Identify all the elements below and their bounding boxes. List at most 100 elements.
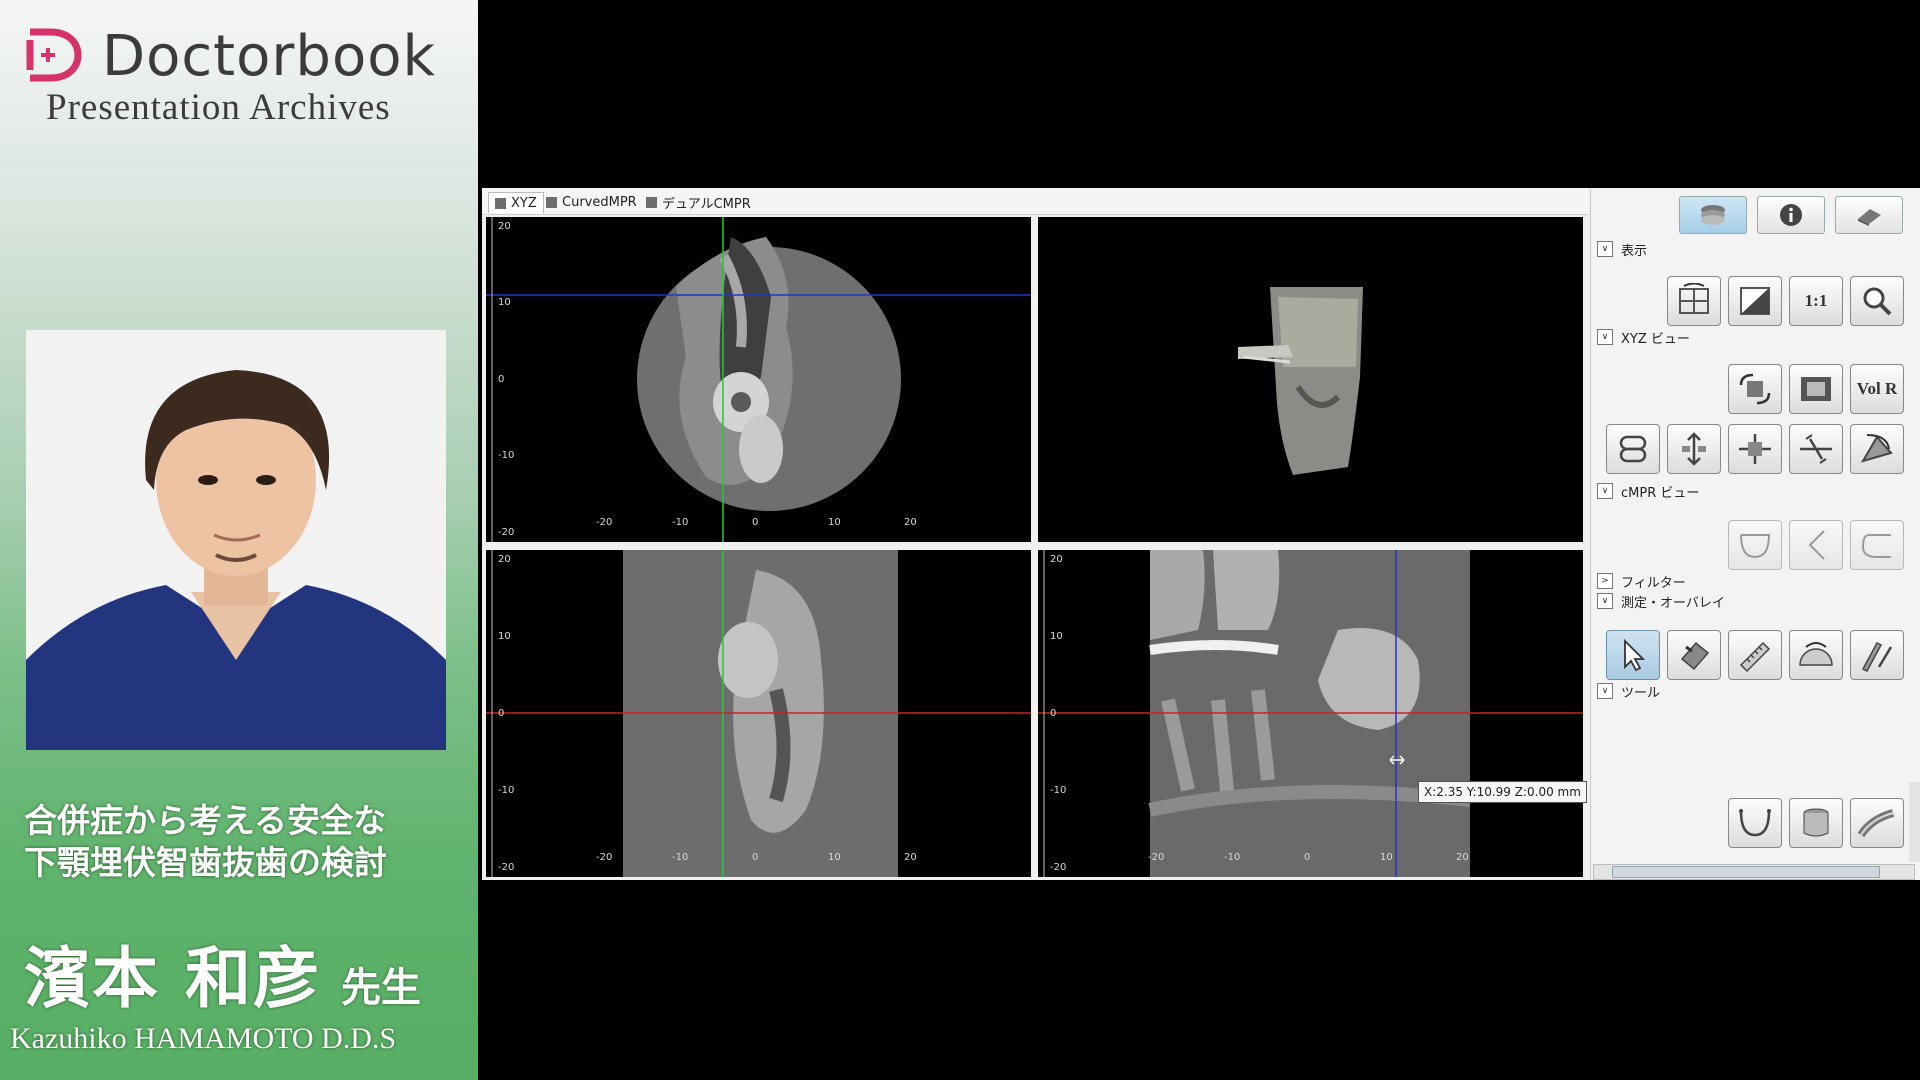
axis-label: 20: [1456, 852, 1469, 863]
tab-dual-cmpr[interactable]: デュアルCMPR: [646, 192, 751, 212]
section-filter-label: フィルター: [1621, 575, 1686, 591]
rotate-view-button[interactable]: [1728, 364, 1782, 414]
section-tools[interactable]: ∨ ツール: [1597, 682, 1661, 701]
info-tab-icon: [1780, 204, 1802, 226]
ruler-label: -20: [1050, 862, 1067, 873]
talk-title: 合併症から考える安全な 下顎埋伏智歯抜歯の検討: [24, 800, 464, 884]
window-level-icon: [1740, 287, 1770, 315]
axis-label: 0: [752, 852, 759, 863]
link-icon: [1619, 435, 1647, 463]
ruler-label: 10: [498, 631, 511, 642]
panel-tab-layers[interactable]: [1679, 196, 1747, 234]
axis-label: 0: [752, 517, 759, 528]
ruler-label: -10: [498, 785, 515, 796]
scrollbar-thumb[interactable]: [1612, 866, 1880, 878]
section-xyz-view[interactable]: ∨ XYZ ビュー: [1597, 328, 1690, 347]
horizontal-scrollbar[interactable]: [1593, 864, 1915, 880]
annotation-tool-button[interactable]: [1850, 630, 1904, 680]
implant-tool-button[interactable]: [1789, 798, 1843, 848]
pointer-tool-button[interactable]: [1606, 630, 1660, 680]
pan-button[interactable]: [1728, 424, 1782, 474]
curved-mpr-icon: [546, 196, 557, 208]
ruler-label: 20: [498, 554, 511, 565]
pan-icon: [1739, 434, 1771, 464]
volume-render-image: [1238, 287, 1363, 475]
collapse-icon: ∨: [1597, 483, 1613, 499]
ruler-label: 20: [1050, 554, 1063, 565]
sagittal-viewport[interactable]: 20 10 0 -10 -20 -20 -10 0 10 20: [1038, 550, 1583, 877]
axial-viewport[interactable]: 20 10 0 -10 -20 -20 -10 0 10 20: [486, 217, 1031, 542]
coordinate-tooltip: X:2.35 Y:10.99 Z:0.00 mm: [1418, 781, 1587, 803]
doctorbook-logo: Doctorbook: [24, 22, 464, 92]
panel-tab-eraser[interactable]: [1835, 196, 1903, 234]
tool-panel: ∨ 表示 1:1 ∨ XYZ ビュー Vol R ∨ cMPR ビュー > フィ…: [1590, 188, 1920, 880]
speaker-honorific: 先生: [340, 964, 421, 1011]
angle-measure-button[interactable]: [1789, 630, 1843, 680]
coronal-viewport[interactable]: 20 10 0 -10 -20 -20 -10 0 10 20: [486, 550, 1031, 877]
brand-name: Doctorbook: [102, 24, 436, 89]
panel-tab-info[interactable]: [1757, 196, 1825, 234]
volume-render-button[interactable]: Vol R: [1850, 364, 1904, 414]
axis-label: -10: [672, 517, 689, 528]
coronal-slice-image: [486, 550, 1031, 877]
xyz-view-icon: [495, 197, 506, 209]
section-measure-label: 測定・オーバレイ: [1621, 595, 1725, 611]
film-icon: [1801, 377, 1831, 401]
curve-shape-icon: [1861, 534, 1891, 558]
ruler-label: -20: [498, 527, 515, 538]
collapse-icon: ∨: [1597, 593, 1613, 609]
zoom-button[interactable]: [1850, 276, 1904, 326]
eraser-tab-icon: [1858, 209, 1881, 226]
volume-render-viewport[interactable]: [1038, 217, 1583, 542]
ruler-label: 20: [498, 221, 511, 232]
eraser-tool-button[interactable]: [1667, 630, 1721, 680]
axis-label: 0: [1304, 852, 1311, 863]
tab-curved-mpr[interactable]: CurvedMPR: [546, 192, 637, 212]
tab-xyz-label: XYZ: [511, 195, 537, 211]
axis-label: 10: [1380, 852, 1393, 863]
reset-layout-button[interactable]: [1667, 276, 1721, 326]
cine-button[interactable]: [1789, 364, 1843, 414]
rotate-axis-icon: [1800, 434, 1832, 464]
section-tools-label: ツール: [1621, 685, 1661, 701]
section-xyz-view-label: XYZ ビュー: [1621, 331, 1690, 347]
tab-xyz[interactable]: XYZ: [488, 192, 544, 213]
curve-arc-icon: [1740, 534, 1771, 559]
section-filter[interactable]: > フィルター: [1597, 572, 1686, 591]
axis-label: 20: [904, 517, 917, 528]
section-measure[interactable]: ∨ 測定・オーバレイ: [1597, 592, 1725, 611]
cylinder-icon: [1803, 808, 1829, 837]
section-display[interactable]: ∨ 表示: [1597, 240, 1647, 259]
rotate-view-icon: [1739, 373, 1771, 405]
section-cmpr-view[interactable]: ∨ cMPR ビュー: [1597, 482, 1700, 501]
move-slice-button[interactable]: [1667, 424, 1721, 474]
ruler-label: 10: [1050, 631, 1063, 642]
ruler-icon: [1739, 641, 1771, 673]
speaker-name: 濱本 和彦: [24, 939, 321, 1017]
view-tab-bar: XYZ CurvedMPR デュアルCMPR: [482, 188, 1588, 215]
rotate-axis-button[interactable]: [1789, 424, 1843, 474]
expand-icon: >: [1597, 573, 1613, 589]
talk-title-line2: 下顎埋伏智歯抜歯の検討: [24, 843, 387, 882]
vertical-scrollbar[interactable]: [1909, 782, 1920, 862]
dental-arch-icon: [1739, 809, 1771, 837]
section-cmpr-view-label: cMPR ビュー: [1621, 485, 1700, 501]
actual-size-button[interactable]: 1:1: [1789, 276, 1843, 326]
nerve-tool-button[interactable]: [1850, 798, 1904, 848]
axis-label: 10: [828, 852, 841, 863]
ruler-label: -10: [1050, 785, 1067, 796]
brand-panel: Doctorbook Presentation Archives 合併症から考え…: [0, 0, 478, 1080]
curve-tool-button[interactable]: [1728, 798, 1782, 848]
collapse-icon: ∨: [1597, 683, 1613, 699]
doctorbook-logo-mark-icon: [26, 28, 82, 82]
axis-label: -20: [596, 852, 613, 863]
cmpr-angle-button[interactable]: [1789, 520, 1843, 570]
cmpr-shape-button[interactable]: [1850, 520, 1904, 570]
pointer-arrow-icon: [1624, 638, 1646, 672]
ruler-tool-button[interactable]: [1728, 630, 1782, 680]
reslice-button[interactable]: [1850, 424, 1904, 474]
cmpr-curve-button[interactable]: [1728, 520, 1782, 570]
window-level-button[interactable]: [1728, 276, 1782, 326]
link-button[interactable]: [1606, 424, 1660, 474]
axis-label: -20: [1148, 852, 1165, 863]
